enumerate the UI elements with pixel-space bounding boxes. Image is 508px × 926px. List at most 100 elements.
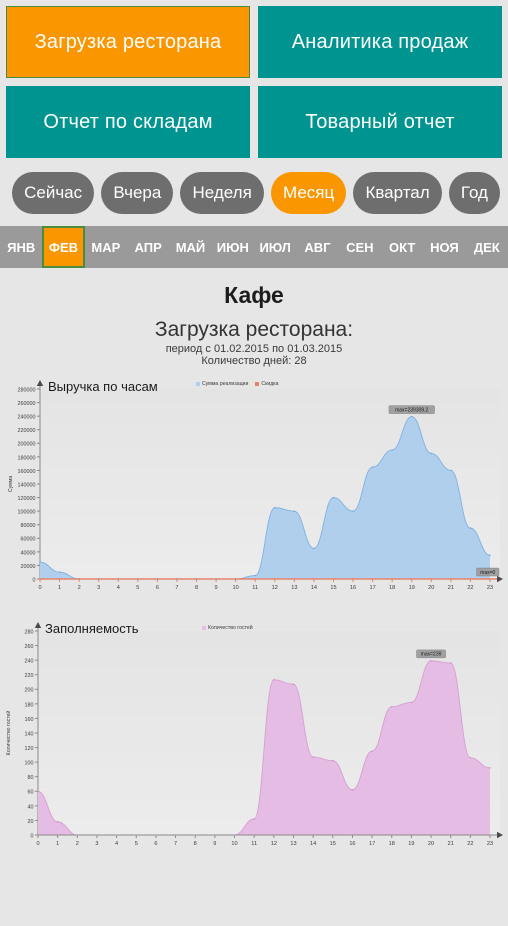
month-jun[interactable]: ИЮН <box>212 226 254 268</box>
svg-text:0: 0 <box>38 585 41 591</box>
svg-text:5: 5 <box>136 585 139 591</box>
svg-text:140000: 140000 <box>18 482 36 488</box>
svg-text:22: 22 <box>467 585 473 591</box>
period-now[interactable]: Сейчас <box>12 172 95 214</box>
month-label: ЯНВ <box>7 239 36 255</box>
chart-occupancy-svg[interactable]: 020406080100120140160180200220240260280К… <box>0 617 508 855</box>
svg-text:22: 22 <box>467 841 473 847</box>
month-apr[interactable]: АПР <box>127 226 169 268</box>
svg-text:19: 19 <box>409 585 415 591</box>
svg-text:16: 16 <box>349 841 355 847</box>
period-year[interactable]: Год <box>448 172 501 214</box>
month-label: ИЮЛ <box>259 239 291 255</box>
svg-text:max=239: max=239 <box>421 652 442 658</box>
month-nov[interactable]: НОЯ <box>423 226 465 268</box>
svg-text:18: 18 <box>389 585 395 591</box>
svg-text:21: 21 <box>448 585 454 591</box>
svg-text:23: 23 <box>487 841 493 847</box>
period-week[interactable]: Неделя <box>180 172 264 214</box>
svg-text:120: 120 <box>25 746 34 752</box>
month-label: ДЕК <box>473 239 500 255</box>
svg-text:17: 17 <box>369 841 375 847</box>
tile-goods-report[interactable]: Товарный отчет <box>258 86 502 158</box>
chart-revenue-svg[interactable]: 0 20000 40000 60000 80000 100000 120000 140000 1… <box>0 377 508 599</box>
svg-text:160000: 160000 <box>18 469 36 475</box>
svg-text:40000: 40000 <box>21 550 36 556</box>
month-may[interactable]: МАЙ <box>169 226 211 268</box>
svg-text:0: 0 <box>36 841 39 847</box>
svg-text:7: 7 <box>174 841 177 847</box>
svg-text:4: 4 <box>115 841 118 847</box>
svg-text:8: 8 <box>195 585 198 591</box>
svg-text:3: 3 <box>97 585 100 591</box>
month-label: АВГ <box>304 239 331 255</box>
svg-text:17: 17 <box>369 585 375 591</box>
svg-text:5: 5 <box>135 841 138 847</box>
month-feb[interactable]: ФЕВ <box>42 226 85 268</box>
svg-text:240000: 240000 <box>18 415 36 421</box>
report-days-count: Количество дней: 28 <box>201 355 307 367</box>
svg-text:180000: 180000 <box>18 455 36 461</box>
svg-text:Количество гостей: Количество гостей <box>5 711 12 756</box>
app-root: Загрузка ресторана Аналитика продаж Отче… <box>0 0 508 926</box>
report-period: период с 01.02.2015 по 01.03.2015 <box>165 343 343 355</box>
svg-text:23: 23 <box>487 585 493 591</box>
tile-sales-analytics[interactable]: Аналитика продаж <box>258 6 502 78</box>
svg-text:12: 12 <box>271 841 277 847</box>
svg-text:14: 14 <box>310 841 316 847</box>
month-label: АПР <box>134 239 162 255</box>
month-label: ИЮН <box>216 239 249 255</box>
month-oct[interactable]: ОКТ <box>381 226 423 268</box>
svg-text:180: 180 <box>25 702 34 708</box>
svg-text:9: 9 <box>215 585 218 591</box>
svg-text:60: 60 <box>28 790 34 796</box>
period-label: Год <box>460 183 488 202</box>
svg-text:13: 13 <box>291 585 297 591</box>
svg-text:120000: 120000 <box>18 496 36 502</box>
svg-text:280: 280 <box>25 629 34 635</box>
svg-text:20000: 20000 <box>21 564 36 570</box>
svg-text:100000: 100000 <box>18 510 36 516</box>
month-mar[interactable]: МАР <box>85 226 127 268</box>
month-label: ОКТ <box>388 239 416 255</box>
period-yesterday[interactable]: Вчера <box>101 172 174 214</box>
period-quarter[interactable]: Квартал <box>353 172 442 214</box>
period-month[interactable]: Месяц <box>270 172 347 214</box>
month-label: МАР <box>91 239 121 255</box>
svg-text:max=239309.2: max=239309.2 <box>395 407 428 413</box>
month-selector: ЯНВ ФЕВ МАР АПР МАЙ ИЮН ИЮЛ АВГ СЕН ОКТ … <box>0 226 508 268</box>
svg-text:10: 10 <box>231 841 237 847</box>
svg-text:14: 14 <box>311 585 317 591</box>
svg-text:80000: 80000 <box>21 523 36 529</box>
svg-text:15: 15 <box>330 585 336 591</box>
svg-text:8: 8 <box>194 841 197 847</box>
svg-text:11: 11 <box>251 841 257 847</box>
shop-name: Кафе <box>224 282 284 308</box>
svg-text:260000: 260000 <box>18 401 36 407</box>
tile-warehouse-report[interactable]: Отчет по складам <box>6 86 250 158</box>
month-aug[interactable]: АВГ <box>296 226 338 268</box>
svg-text:1: 1 <box>56 841 59 847</box>
svg-text:20: 20 <box>28 819 34 825</box>
month-jan[interactable]: ЯНВ <box>0 226 42 268</box>
svg-text:9: 9 <box>213 841 216 847</box>
svg-text:7: 7 <box>175 585 178 591</box>
svg-text:16: 16 <box>350 585 356 591</box>
month-label: НОЯ <box>430 239 459 255</box>
svg-text:200000: 200000 <box>18 442 36 448</box>
svg-text:240: 240 <box>25 659 34 665</box>
svg-text:13: 13 <box>290 841 296 847</box>
svg-text:0: 0 <box>33 577 36 583</box>
svg-text:max=0: max=0 <box>480 570 495 576</box>
tile-restaurant-load[interactable]: Загрузка ресторана <box>6 6 250 78</box>
svg-text:220000: 220000 <box>18 428 36 434</box>
month-dec[interactable]: ДЕК <box>466 226 508 268</box>
svg-text:4: 4 <box>117 585 120 591</box>
svg-text:18: 18 <box>389 841 395 847</box>
month-sep[interactable]: СЕН <box>339 226 381 268</box>
month-jul[interactable]: ИЮЛ <box>254 226 296 268</box>
svg-text:12: 12 <box>272 585 278 591</box>
month-label: СЕН <box>346 239 374 255</box>
svg-text:3: 3 <box>95 841 98 847</box>
period-label: Вчера <box>113 183 162 202</box>
